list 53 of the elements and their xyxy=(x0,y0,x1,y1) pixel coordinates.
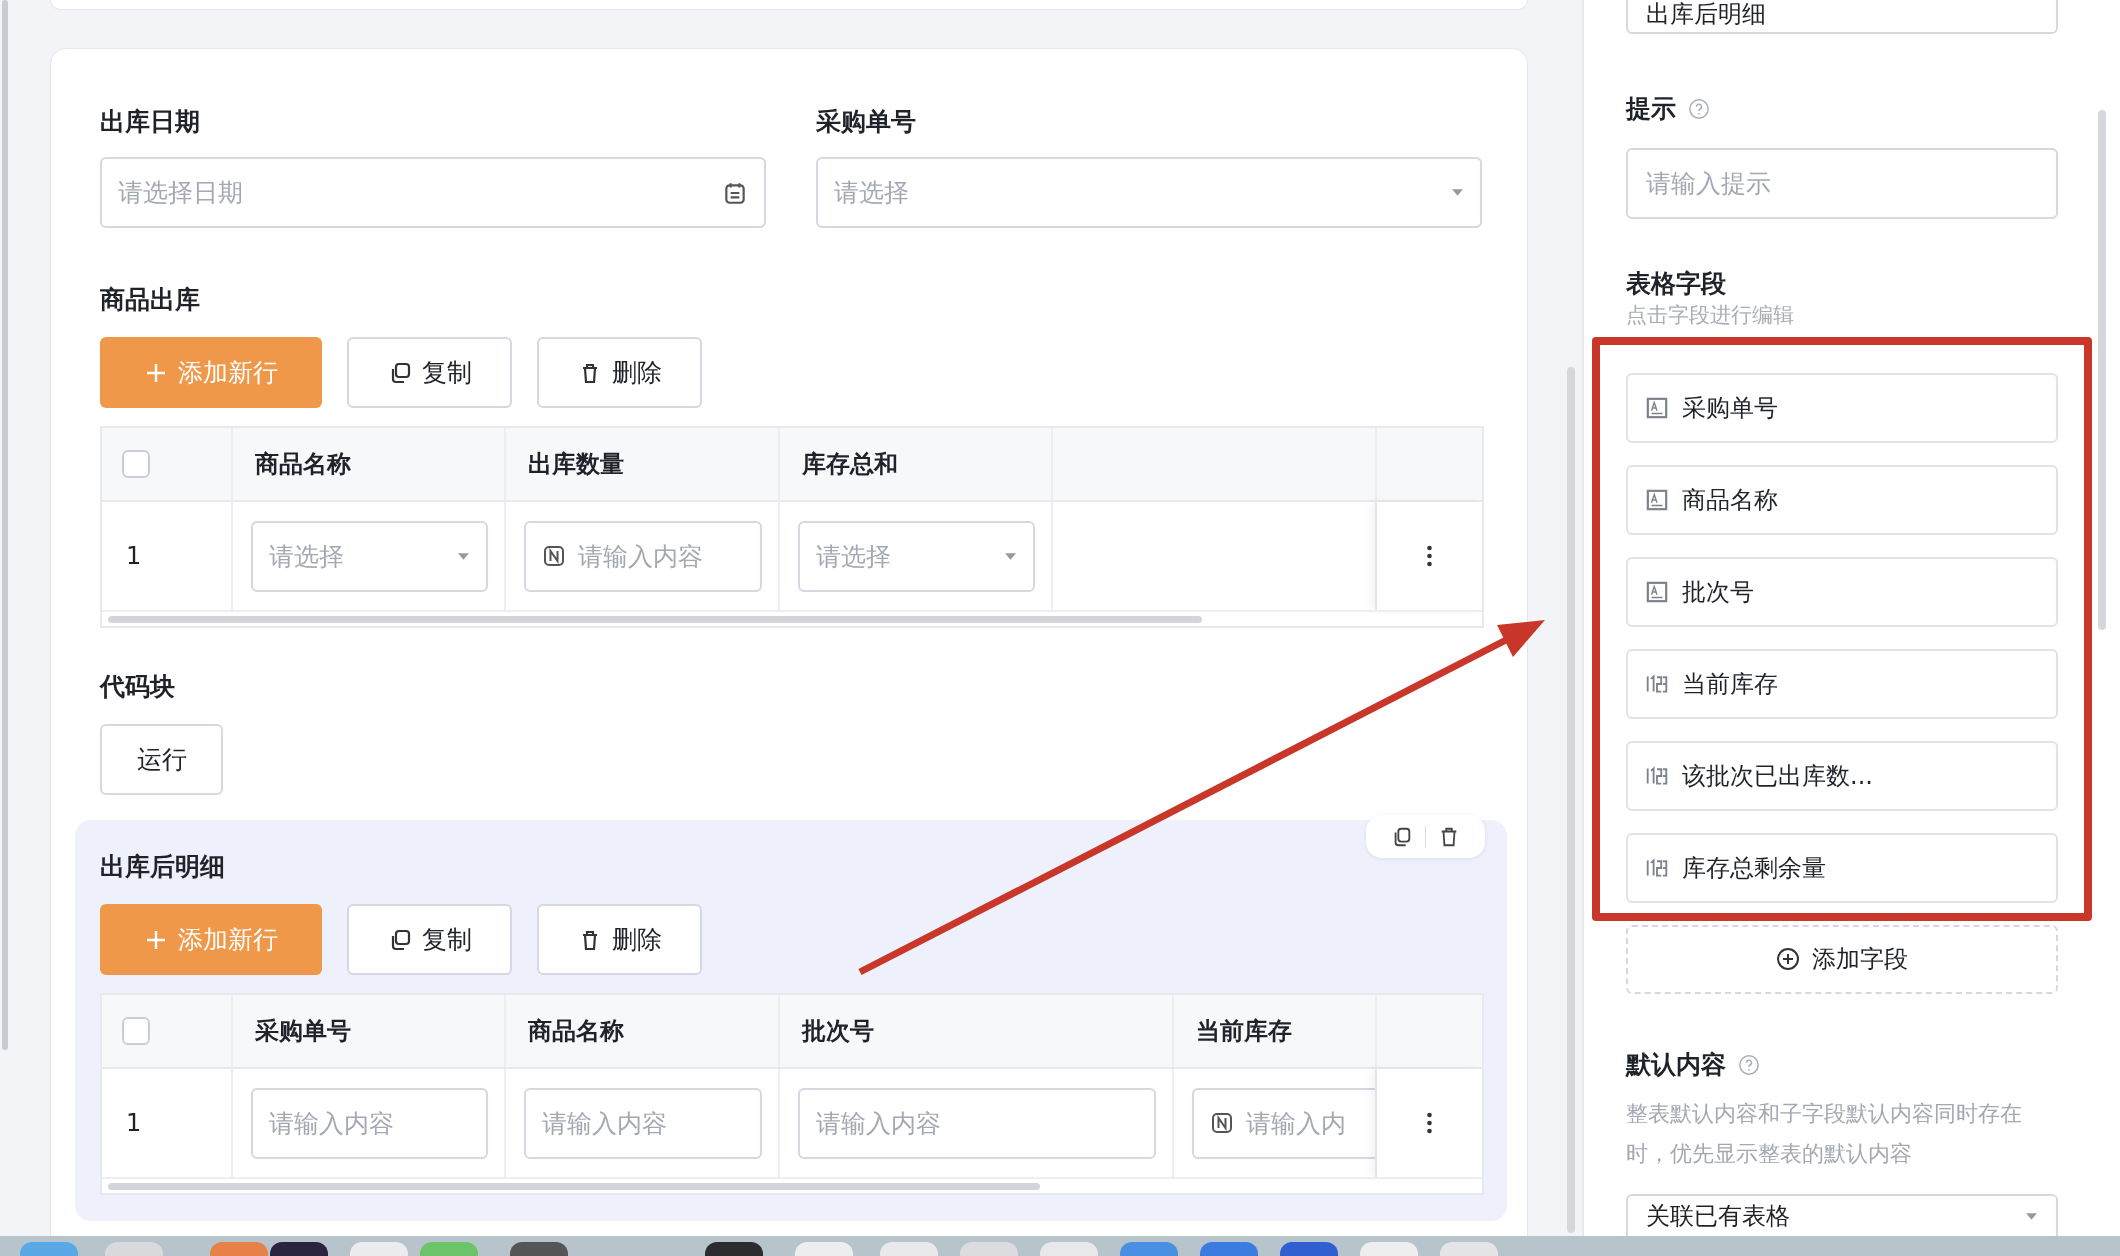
section-title: 出库后明细 xyxy=(100,852,226,882)
section-title: 代码块 xyxy=(100,672,176,702)
text-field-icon xyxy=(1646,580,1668,603)
caret-icon xyxy=(1004,551,1017,561)
field-label: 表格字段 xyxy=(1626,268,1726,299)
copy-button[interactable]: 复制 xyxy=(347,337,512,408)
column-header: 当前库存 xyxy=(1174,995,1377,1067)
column-header: 库存总和 xyxy=(780,428,1053,500)
column-header: 批次号 xyxy=(780,995,1174,1067)
copy-button[interactable]: 复制 xyxy=(347,904,512,975)
column-header: 商品名称 xyxy=(233,428,506,500)
column-header: 采购单号 xyxy=(233,995,506,1067)
caret-icon xyxy=(457,551,470,561)
number-icon xyxy=(542,544,566,568)
add-field-button[interactable]: 添加字段 xyxy=(1626,924,2058,995)
more-icon[interactable] xyxy=(1426,544,1433,568)
text-field-icon xyxy=(1646,488,1668,511)
checkbox[interactable] xyxy=(122,450,150,478)
field-item[interactable]: 库存总剩余量 xyxy=(1626,832,2058,903)
run-button[interactable]: 运行 xyxy=(100,724,223,795)
field-item[interactable]: 商品名称 xyxy=(1626,464,2058,535)
help-icon[interactable] xyxy=(1688,97,1710,120)
text-field-icon xyxy=(1646,396,1668,419)
plus-circle-icon xyxy=(1776,947,1800,972)
help-icon[interactable] xyxy=(1738,1054,1760,1077)
number-field-icon xyxy=(1646,672,1668,695)
number-icon xyxy=(1210,1111,1234,1135)
number-field-icon xyxy=(1646,764,1668,787)
delete-button[interactable]: 删除 xyxy=(537,337,702,408)
number-field-icon xyxy=(1646,856,1668,879)
field-item[interactable]: 批次号 xyxy=(1626,556,2058,627)
column-header: 出库数量 xyxy=(506,428,780,500)
field-item[interactable]: 采购单号 xyxy=(1626,372,2058,443)
field-label: 出库日期 xyxy=(100,107,201,137)
description-text: 整表默认内容和子字段默认内容同时存在时，优先显示整表的默认内容 xyxy=(1626,1100,2023,1169)
caret-icon xyxy=(1451,188,1464,197)
input-field[interactable]: 出库后明细 xyxy=(1626,0,2058,34)
hint-text: 点击字段进行编辑 xyxy=(1626,301,1795,329)
field-label: 默认内容 xyxy=(1626,1050,1726,1081)
delete-button[interactable]: 删除 xyxy=(537,904,702,975)
caret-icon xyxy=(2025,1211,2038,1221)
field-item[interactable]: 当前库存 xyxy=(1626,648,2058,719)
column-header: 商品名称 xyxy=(506,995,780,1067)
section-title: 商品出库 xyxy=(100,285,201,315)
more-icon[interactable] xyxy=(1426,1111,1433,1135)
field-label: 采购单号 xyxy=(816,107,917,137)
field-label: 提示 xyxy=(1626,93,1676,124)
form-section[interactable]: 代码块 运行 xyxy=(75,672,1507,795)
field-item[interactable]: 该批次已出库数... xyxy=(1626,740,2058,811)
row-number: 1 xyxy=(102,1069,233,1177)
form-section[interactable]: 商品出库 添加新行 复制 删除 商品名称 出库数量 库存总和 1 请选择 请输入内容 请选择 xyxy=(75,285,1507,628)
checkbox[interactable] xyxy=(122,1017,150,1045)
row-number: 1 xyxy=(102,502,233,610)
